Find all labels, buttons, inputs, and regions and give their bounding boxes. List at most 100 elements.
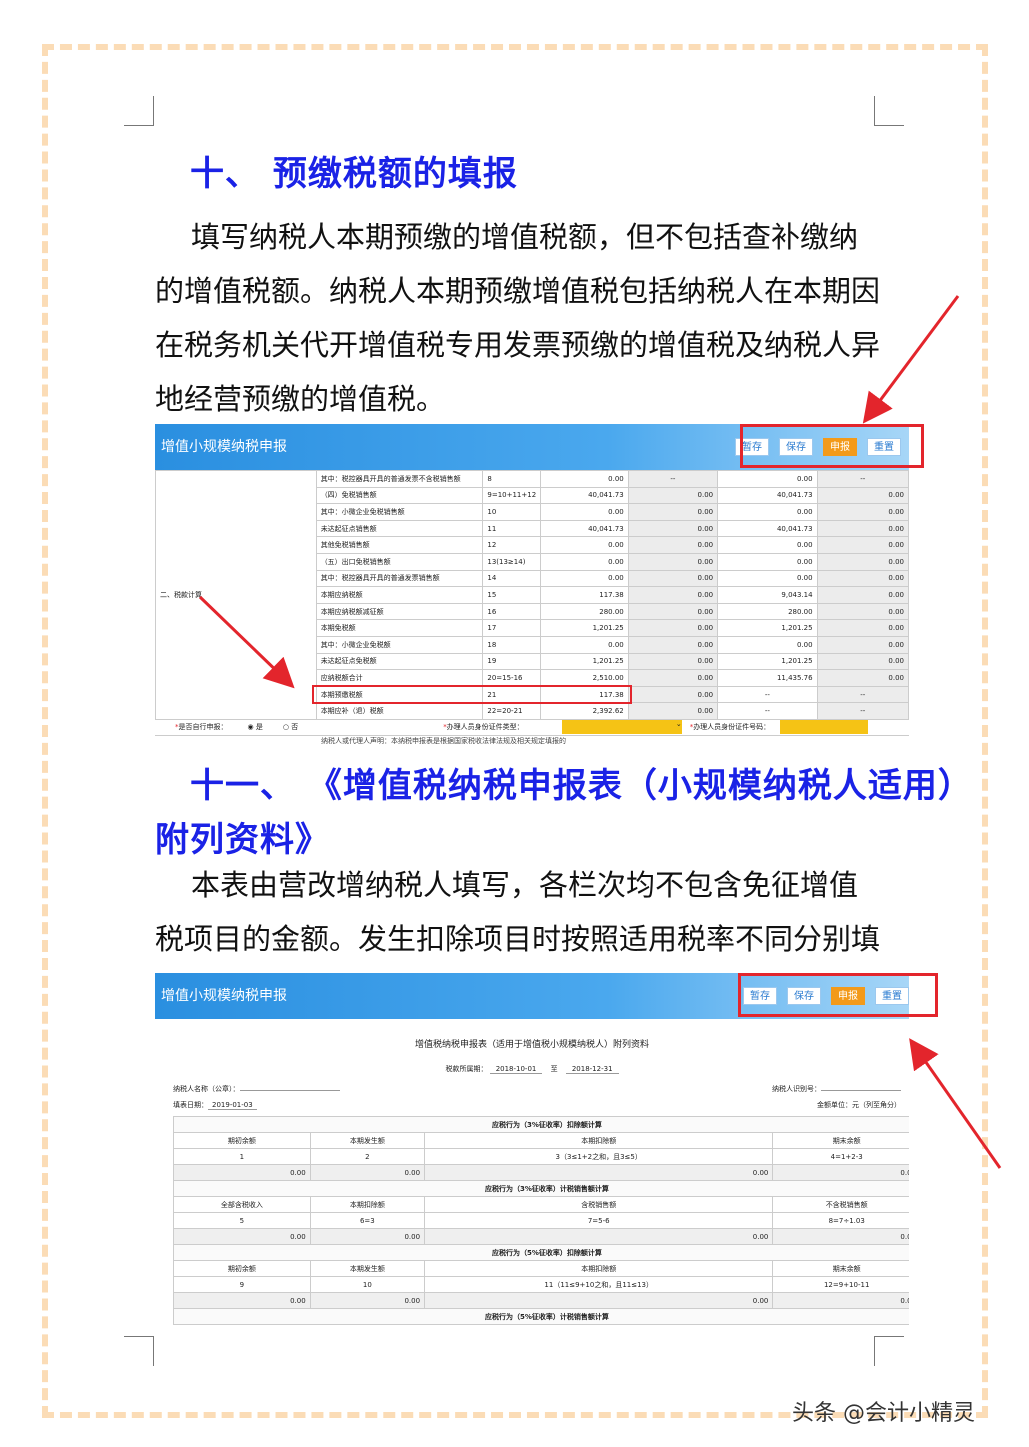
cell-v1[interactable]: 40,041.73 bbox=[540, 486, 629, 505]
id-type-select[interactable]: ⌄ bbox=[561, 720, 682, 735]
period-to-field[interactable]: 2018-12-31 bbox=[565, 1065, 619, 1074]
cell-v3[interactable]: 0.00 bbox=[717, 503, 818, 521]
cell-v1[interactable]: 1,201.25 bbox=[540, 619, 629, 637]
cell-v2[interactable]: 0.00 bbox=[627, 635, 719, 654]
cell-v1[interactable]: 40,041.73 bbox=[540, 519, 629, 538]
cell-v3[interactable]: 9,043.14 bbox=[717, 586, 818, 604]
cell-v3[interactable]: -- bbox=[717, 702, 818, 720]
form-title: 增值税纳税申报表（适用于增值税小规模纳税人）附列资料 bbox=[414, 1040, 649, 1050]
cell-v2[interactable]: 0.00 bbox=[627, 669, 719, 687]
cell-headers: 期末余额 bbox=[772, 1132, 909, 1149]
cell-formulas: 4=1+2-3 bbox=[772, 1148, 909, 1165]
id-no-input[interactable] bbox=[780, 720, 869, 735]
cell-v1[interactable]: 0.00 bbox=[540, 635, 629, 654]
cell-formulas: 7=5-6 bbox=[424, 1212, 774, 1229]
cell-values[interactable]: 0.00 bbox=[173, 1228, 311, 1245]
cell-v2[interactable]: -- bbox=[627, 470, 719, 488]
section-title: 应税行为（5%征收率）扣除额计算 bbox=[173, 1244, 909, 1261]
table-row: 0.000.000.000.00 bbox=[173, 1228, 909, 1245]
cell-formulas: 12=9+10-11 bbox=[772, 1276, 909, 1293]
cell-v2[interactable]: 0.00 bbox=[627, 519, 719, 538]
cell-v4[interactable]: 0.00 bbox=[816, 503, 909, 521]
cell-v1[interactable]: 1,201.25 bbox=[540, 652, 629, 671]
cell-v3[interactable]: 40,041.73 bbox=[717, 519, 818, 538]
cell-v3[interactable]: 0.00 bbox=[717, 536, 818, 554]
section11-title-line1: 十一、 《增值税纳税申报表（小规模纳税人适用） bbox=[190, 766, 973, 806]
cell-formulas: 5 bbox=[173, 1212, 311, 1229]
cell-values[interactable]: 0.00 bbox=[173, 1292, 311, 1309]
cell-v3[interactable]: 0.00 bbox=[717, 552, 818, 571]
cell-v4[interactable]: -- bbox=[816, 702, 909, 720]
cell-values[interactable]: 0.00 bbox=[424, 1164, 774, 1181]
cell-v4[interactable]: 0.00 bbox=[816, 552, 909, 571]
cell-values[interactable]: 0.00 bbox=[772, 1228, 909, 1245]
cell-v2[interactable]: 0.00 bbox=[627, 536, 719, 554]
cell-v2[interactable]: 0.00 bbox=[627, 586, 719, 604]
cell-v4[interactable]: 0.00 bbox=[816, 635, 909, 654]
cell-v2[interactable]: 0.00 bbox=[627, 652, 719, 671]
radio-no[interactable]: ○ 否 bbox=[283, 722, 298, 732]
cell-values[interactable]: 0.00 bbox=[424, 1292, 774, 1309]
cell-label: 本期应纳税额减征额 bbox=[315, 602, 484, 621]
cell-v1[interactable]: 0.00 bbox=[540, 470, 629, 488]
cell-values[interactable]: 0.00 bbox=[772, 1164, 909, 1181]
cell-v3[interactable]: 280.00 bbox=[717, 602, 818, 621]
cell-v4[interactable]: 0.00 bbox=[816, 619, 909, 637]
app-title: 增值小规模纳税申报 bbox=[161, 988, 287, 1004]
cell-v4[interactable]: -- bbox=[816, 470, 909, 488]
crop-mark bbox=[124, 96, 154, 126]
cell-v1[interactable]: 0.00 bbox=[540, 536, 629, 554]
cell-v1[interactable]: 280.00 bbox=[540, 602, 629, 621]
cell-v3[interactable]: 0.00 bbox=[717, 470, 818, 488]
radio-yes[interactable]: ◉ 是 bbox=[248, 722, 263, 732]
cell-line: 20=15-16 bbox=[482, 669, 542, 687]
cell-v4[interactable]: 0.00 bbox=[816, 486, 909, 505]
cell-v1[interactable]: 2,510.00 bbox=[540, 669, 629, 687]
cell-v3[interactable]: 0.00 bbox=[717, 569, 818, 588]
cell-formulas: 10 bbox=[309, 1276, 426, 1293]
cell-v4[interactable]: 0.00 bbox=[816, 669, 909, 687]
cell-v2[interactable]: 0.00 bbox=[627, 602, 719, 621]
cell-line: 16 bbox=[482, 602, 542, 621]
cell-v4[interactable]: 0.00 bbox=[816, 536, 909, 554]
cell-v2[interactable]: 0.00 bbox=[627, 569, 719, 588]
cell-values[interactable]: 0.00 bbox=[772, 1292, 909, 1309]
cell-v4[interactable]: 0.00 bbox=[816, 652, 909, 671]
cell-v4[interactable]: 0.00 bbox=[816, 586, 909, 604]
cell-v2[interactable]: 0.00 bbox=[627, 552, 719, 571]
cell-v1[interactable]: 0.00 bbox=[540, 552, 629, 571]
cell-values[interactable]: 0.00 bbox=[173, 1164, 311, 1181]
cell-label: 未达起征点销售额 bbox=[315, 519, 484, 538]
cell-v2[interactable]: 0.00 bbox=[627, 685, 719, 704]
cell-v2[interactable]: 0.00 bbox=[627, 619, 719, 637]
period-from-field[interactable]: 2018-10-01 bbox=[489, 1065, 543, 1074]
cell-v2[interactable]: 0.00 bbox=[627, 503, 719, 521]
section10-paragraph: 填写纳税人本期预缴的增值税额，但不包括查补缴纳的增值税额。纳税人本期预缴增值税包… bbox=[155, 220, 881, 416]
cell-v1[interactable]: 117.38 bbox=[540, 586, 629, 604]
cell-values[interactable]: 0.00 bbox=[424, 1228, 774, 1245]
cell-values[interactable]: 0.00 bbox=[309, 1292, 426, 1309]
cell-headers: 不含税销售额 bbox=[772, 1196, 909, 1213]
cell-v3[interactable]: 1,201.25 bbox=[717, 619, 818, 637]
cell-v3[interactable]: 0.00 bbox=[717, 635, 818, 654]
cell-formulas: 8=7÷1.03 bbox=[772, 1212, 909, 1229]
cell-v1[interactable]: 0.00 bbox=[540, 569, 629, 588]
crop-mark bbox=[874, 1336, 904, 1366]
cell-v2[interactable]: 0.00 bbox=[627, 702, 719, 720]
cell-v3[interactable]: -- bbox=[717, 685, 818, 704]
cell-v4[interactable]: 0.00 bbox=[816, 519, 909, 538]
cell-v4[interactable]: 0.00 bbox=[816, 569, 909, 588]
cell-v3[interactable]: 11,435.76 bbox=[717, 669, 818, 687]
crop-mark bbox=[874, 96, 904, 126]
buttons-highlight-box bbox=[738, 973, 938, 1017]
group-label: 二、税款计算 bbox=[155, 470, 317, 720]
cell-values[interactable]: 0.00 bbox=[309, 1164, 426, 1181]
cell-values[interactable]: 0.00 bbox=[309, 1228, 426, 1245]
cell-v1[interactable]: 0.00 bbox=[540, 503, 629, 521]
cell-v2[interactable]: 0.00 bbox=[627, 486, 719, 505]
cell-v1[interactable]: 2,392.62 bbox=[540, 702, 629, 720]
cell-v3[interactable]: 1,201.25 bbox=[717, 652, 818, 671]
cell-v3[interactable]: 40,041.73 bbox=[717, 486, 818, 505]
cell-v4[interactable]: 0.00 bbox=[816, 602, 909, 621]
cell-v4[interactable]: -- bbox=[816, 685, 909, 704]
